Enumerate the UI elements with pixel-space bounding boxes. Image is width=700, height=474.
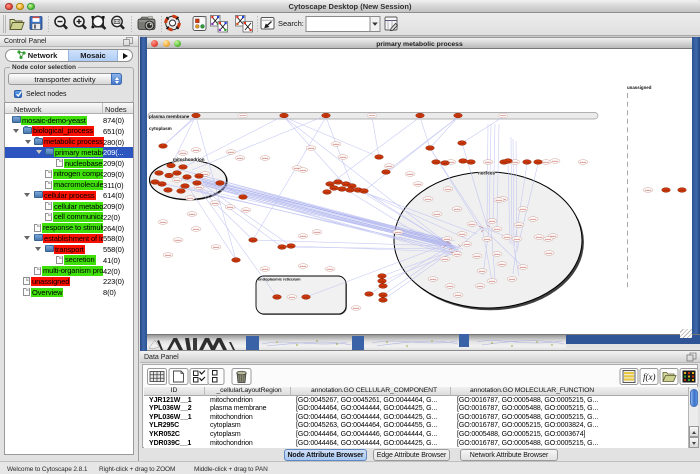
- svg-text:f(x): f(x): [643, 372, 656, 382]
- svg-text:Search:: Search:: [278, 19, 304, 28]
- svg-text:mitochondrion: mitochondrion: [173, 157, 205, 162]
- svg-text:nucleus: nucleus: [478, 171, 496, 176]
- svg-text:endoplasmic reticulum: endoplasmic reticulum: [258, 277, 301, 282]
- svg-text:unassigned: unassigned: [627, 85, 652, 90]
- svg-text:plasma membrane: plasma membrane: [149, 114, 190, 119]
- svg-text:cytoplasm: cytoplasm: [149, 126, 172, 131]
